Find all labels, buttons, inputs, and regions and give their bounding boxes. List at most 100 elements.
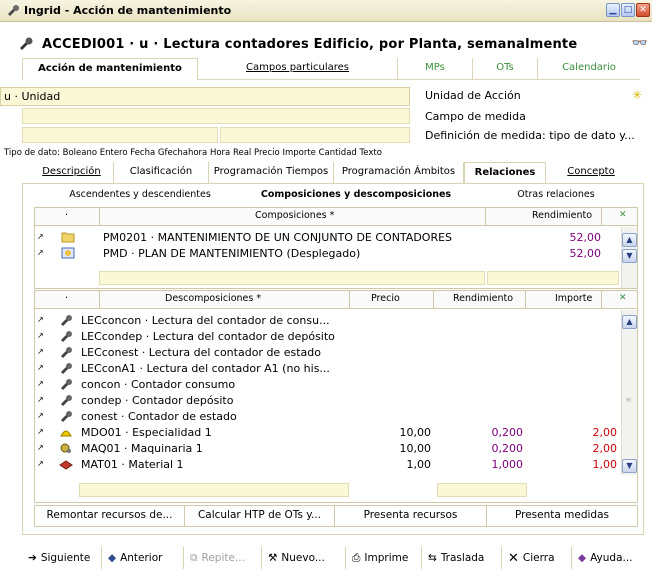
tab-mps[interactable]: MPs (398, 58, 473, 80)
tab-descripcion[interactable]: Descripción (30, 162, 114, 184)
tab-campos[interactable]: Campos particulares (198, 58, 398, 80)
comp-name: PM0201 · MANTENIMIENTO DE UN CONJUNTO DE… (103, 231, 453, 244)
decomp-name: conest · Contador de estado (81, 410, 237, 423)
tab-relaciones[interactable]: Relaciones (464, 162, 546, 184)
tab-ascendentes[interactable]: Ascendentes y descendientes (40, 186, 240, 206)
search-binoculars-icon[interactable]: 👓 (632, 36, 648, 51)
decomp-scrollbar[interactable]: ▲ ≡ ▼ (621, 310, 637, 475)
comp-footer-field (99, 271, 485, 285)
worker-icon (60, 430, 72, 437)
maximize-button[interactable]: □ (621, 3, 635, 17)
pipe-new-icon: ⚒ (268, 552, 278, 564)
tab-otras[interactable]: Otras relaciones (472, 186, 640, 206)
row-arrow-icon: ↗ (37, 315, 44, 324)
scroll-grip-icon[interactable]: ≡ (625, 395, 632, 404)
action-buttons: Remontar recursos de... Calcular HTP de … (34, 505, 638, 527)
unit-field[interactable]: u · Unidad (0, 87, 410, 106)
decomp-header-rend[interactable]: Rendimiento (453, 293, 513, 304)
tab-clasificacion[interactable]: Clasificación (114, 162, 209, 184)
pipe-icon (61, 315, 72, 326)
medida-field[interactable] (22, 108, 410, 124)
repite-label: Repite... (201, 552, 245, 564)
traslada-button[interactable]: ⇆ Traslada (422, 547, 502, 569)
imprime-button[interactable]: ⎙ Imprime (346, 547, 422, 569)
decomp-name: concon · Contador consumo (81, 378, 236, 391)
decomp-footer-field (79, 483, 349, 497)
compositions-header: · Composiciones * Rendimiento ✕ (35, 208, 637, 226)
sun-icon[interactable]: ✳ (632, 88, 642, 102)
scroll-down-icon[interactable]: ▼ (622, 459, 637, 473)
close-button[interactable]: ✕ (636, 3, 650, 17)
decomp-rend: 0,200 (491, 426, 524, 439)
comp-header-name[interactable]: Composiciones * (255, 210, 334, 221)
window-titlebar: Ingrid - Acción de mantenimiento ▁ □ ✕ (0, 0, 652, 22)
expand-icon[interactable]: ✕ (619, 210, 627, 220)
presenta-medidas-button[interactable]: Presenta medidas (487, 506, 637, 526)
decompositions-header: · Descomposiciones * Precio Rendimiento … (35, 291, 637, 309)
row-arrow-icon: ↗ (37, 395, 44, 404)
col-divider (601, 291, 602, 309)
transfer-icon: ⇆ (428, 552, 437, 564)
ayuda-button[interactable]: ◆ Ayuda... (572, 547, 648, 569)
folder-icon (61, 232, 75, 243)
row-arrow-icon: ↗ (37, 331, 44, 340)
tab-concepto[interactable]: Concepto (546, 162, 636, 184)
tab-composiciones[interactable]: Composiciones y descomposiciones (240, 186, 472, 206)
siguiente-button[interactable]: ➔ Siguiente (22, 547, 102, 569)
minimize-button[interactable]: ▁ (606, 3, 620, 17)
bottom-toolbar: ➔ Siguiente ◆ Anterior ⧉ Repite... ⚒ Nuevo..… (22, 546, 648, 570)
relation-tabs: Ascendentes y descendientes Composicione… (40, 186, 640, 206)
repite-button[interactable]: ⧉ Repite... (184, 547, 262, 569)
tab-ots[interactable]: OTs (473, 58, 538, 80)
compositions-grid: · Composiciones * Rendimiento ✕ ↗ PM0201… (34, 207, 638, 289)
traslada-label: Traslada (440, 552, 485, 564)
cierra-button[interactable]: ✕ Cierra (502, 547, 572, 569)
calcular-htp-button[interactable]: Calcular HTP de OTs y... (185, 506, 335, 526)
remontar-button[interactable]: Remontar recursos de... (35, 506, 185, 526)
decomp-importe: 1,00 (592, 458, 618, 471)
tab-prog-ambitos[interactable]: Programación Ámbitos (334, 162, 464, 184)
window-controls: ▁ □ ✕ (606, 3, 650, 17)
tab-accion[interactable]: Acción de mantenimiento (22, 58, 198, 80)
scroll-down-icon[interactable]: ▼ (622, 249, 637, 263)
col-divider (99, 291, 100, 309)
pipe-icon (61, 347, 72, 358)
comp-name: PMD · PLAN DE MANTENIMIENTO (Desplegado) (103, 247, 361, 260)
definicion-field-b[interactable] (220, 127, 410, 143)
decomp-precio: 10,00 (399, 426, 432, 439)
nuevo-button[interactable]: ⚒ Nuevo... (262, 547, 346, 569)
row-arrow-icon: ↗ (37, 379, 44, 388)
row-arrow-icon: ↗ (37, 363, 44, 372)
decomp-name: MDO01 · Especialidad 1 (81, 426, 212, 439)
decomp-footer-total (437, 483, 527, 497)
close-x-icon: ✕ (508, 550, 519, 566)
expand-icon[interactable]: ✕ (619, 293, 627, 303)
scroll-up-icon[interactable]: ▲ (622, 315, 637, 329)
repeat-icon: ⧉ (190, 551, 198, 564)
pipe-icon (61, 379, 72, 390)
comp-scrollbar[interactable]: ▲ ▼ (621, 227, 637, 288)
help-book-icon: ◆ (578, 552, 587, 564)
col-divider (525, 291, 526, 309)
tab-calendario[interactable]: Calendario (538, 58, 640, 80)
decomp-header-name[interactable]: Descomposiciones * (165, 293, 261, 304)
main-tabs: Acción de mantenimiento Campos particula… (22, 58, 640, 80)
definicion-field-a[interactable] (22, 127, 218, 143)
anterior-button[interactable]: ◆ Anterior (102, 547, 184, 569)
decomp-header-precio[interactable]: Precio (371, 293, 400, 304)
presenta-recursos-button[interactable]: Presenta recursos (335, 506, 487, 526)
decomp-name: condep · Contador depósito (81, 394, 234, 407)
row-arrow-icon: ↗ (37, 347, 44, 356)
sub-tabs: Descripción Clasificación Programación T… (30, 162, 645, 184)
plan-icon (61, 247, 75, 259)
row-arrow-icon: ↗ (37, 443, 44, 452)
comp-rend: 52,00 (569, 231, 602, 244)
comp-header-rend[interactable]: Rendimiento (532, 210, 592, 221)
definicion-label: Definición de medida: tipo de dato y... (425, 129, 635, 142)
pipe-icon (61, 395, 72, 406)
row-arrow-icon: ↗ (37, 427, 44, 436)
unidad-accion-label: Unidad de Acción (425, 89, 521, 102)
scroll-up-icon[interactable]: ▲ (622, 233, 637, 247)
tab-prog-tiempos[interactable]: Programación Tiempos (209, 162, 334, 184)
decomp-header-importe[interactable]: Importe (555, 293, 592, 304)
